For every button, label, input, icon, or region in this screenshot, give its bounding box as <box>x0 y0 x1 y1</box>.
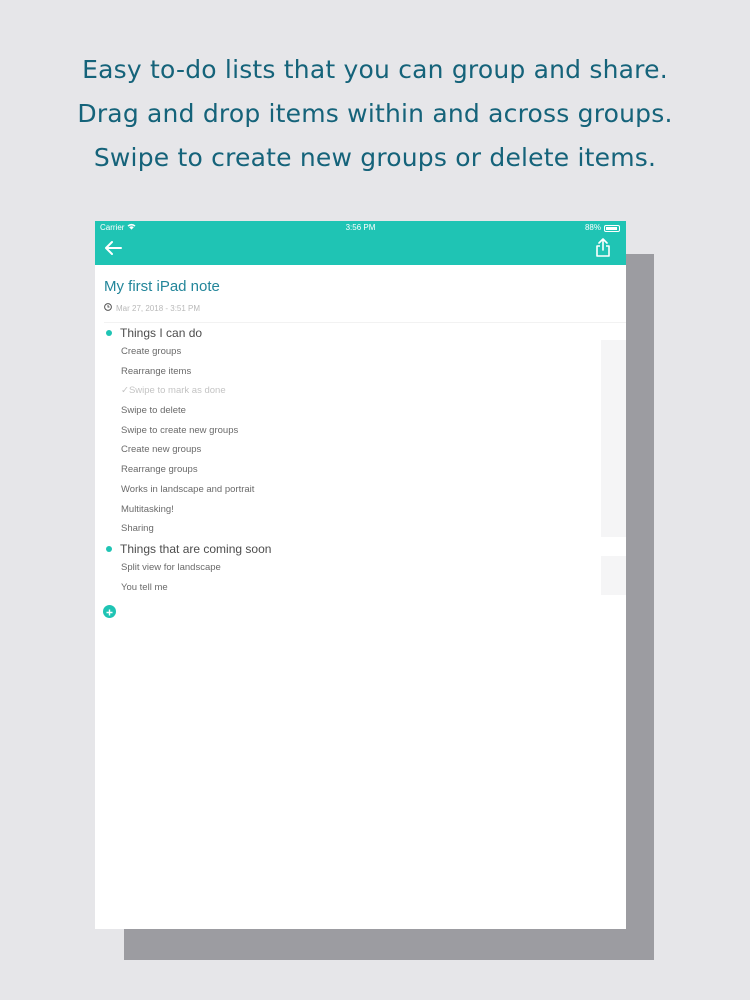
headline-line-2: Drag and drop items within and across gr… <box>77 99 673 128</box>
list-item[interactable]: Works in landscape and portrait <box>95 481 626 501</box>
plus-circle-icon <box>106 603 113 621</box>
item-text: Swipe to mark as done <box>128 385 226 397</box>
note-timestamp: Mar 27, 2018 - 3:51 PM <box>116 303 201 313</box>
battery-percent: 88% <box>584 223 601 232</box>
list-item[interactable]: Split view for landscape <box>95 559 626 579</box>
list-item[interactable]: Rearrange items <box>95 363 626 383</box>
group-things-i-can-do: Things I can do Create groups Rearrange … <box>95 323 626 540</box>
share-icon <box>595 238 611 262</box>
battery-icon <box>604 224 620 232</box>
item-label: Rearrange groups <box>121 464 198 476</box>
group-bullet-icon <box>106 330 112 336</box>
item-label: Rearrange items <box>121 365 192 377</box>
item-label: Split view for landscape <box>121 562 221 573</box>
headline-line-1: Easy to-do lists that you can group and … <box>82 55 668 84</box>
list-item[interactable]: Multitasking! <box>95 501 626 521</box>
item-label-done: ✓Swipe to mark as done <box>121 385 226 396</box>
arrow-left-icon <box>104 240 122 261</box>
item-label: Create new groups <box>121 444 202 456</box>
list-item[interactable]: Rearrange groups <box>95 461 626 481</box>
list-item[interactable]: Create new groups <box>95 441 626 461</box>
item-label: Sharing <box>121 523 154 535</box>
item-label: Create groups <box>121 346 182 357</box>
status-right: 88% <box>585 221 620 235</box>
list-item[interactable]: Create groups <box>95 343 626 363</box>
checkmark-icon: ✓ <box>121 385 129 397</box>
list-item[interactable]: Swipe to delete <box>95 402 626 422</box>
item-label: Works in landscape and portrait <box>121 483 255 495</box>
list-item[interactable]: Swipe to create new groups <box>95 422 626 442</box>
item-label: Multitasking! <box>121 503 174 515</box>
clock-icon <box>104 303 112 313</box>
group-header[interactable]: Things that are coming soon <box>95 539 626 559</box>
list-item[interactable]: You tell me <box>95 579 626 599</box>
list-item-done[interactable]: ✓Swipe to mark as done <box>95 382 626 402</box>
group-title: Things I can do <box>120 326 203 340</box>
note-meta: Mar 27, 2018 - 3:51 PM <box>104 303 200 313</box>
note-title[interactable]: My first iPad note <box>104 278 220 295</box>
group-title: Things that are coming soon <box>120 542 272 556</box>
add-group-button[interactable] <box>103 605 116 618</box>
group-header[interactable]: Things I can do <box>95 323 626 343</box>
ipad-screen: Carrier 3:56 PM 88% My first iPad note M… <box>95 221 626 929</box>
status-time: 3:56 PM <box>345 223 376 232</box>
group-bullet-icon <box>106 546 112 552</box>
status-bar: Carrier 3:56 PM 88% <box>95 221 626 235</box>
headline: Easy to-do lists that you can group and … <box>0 48 750 180</box>
list-item[interactable]: Sharing <box>95 520 626 540</box>
nav-bar <box>95 235 626 265</box>
share-button[interactable] <box>592 238 614 262</box>
item-label: Swipe to create new groups <box>121 424 239 436</box>
headline-line-3: Swipe to create new groups or delete ite… <box>93 143 657 172</box>
item-label: You tell me <box>121 581 168 593</box>
back-button[interactable] <box>101 238 125 262</box>
item-label: Swipe to delete <box>121 405 186 417</box>
group-coming-soon: Things that are coming soon Split view f… <box>95 539 626 598</box>
